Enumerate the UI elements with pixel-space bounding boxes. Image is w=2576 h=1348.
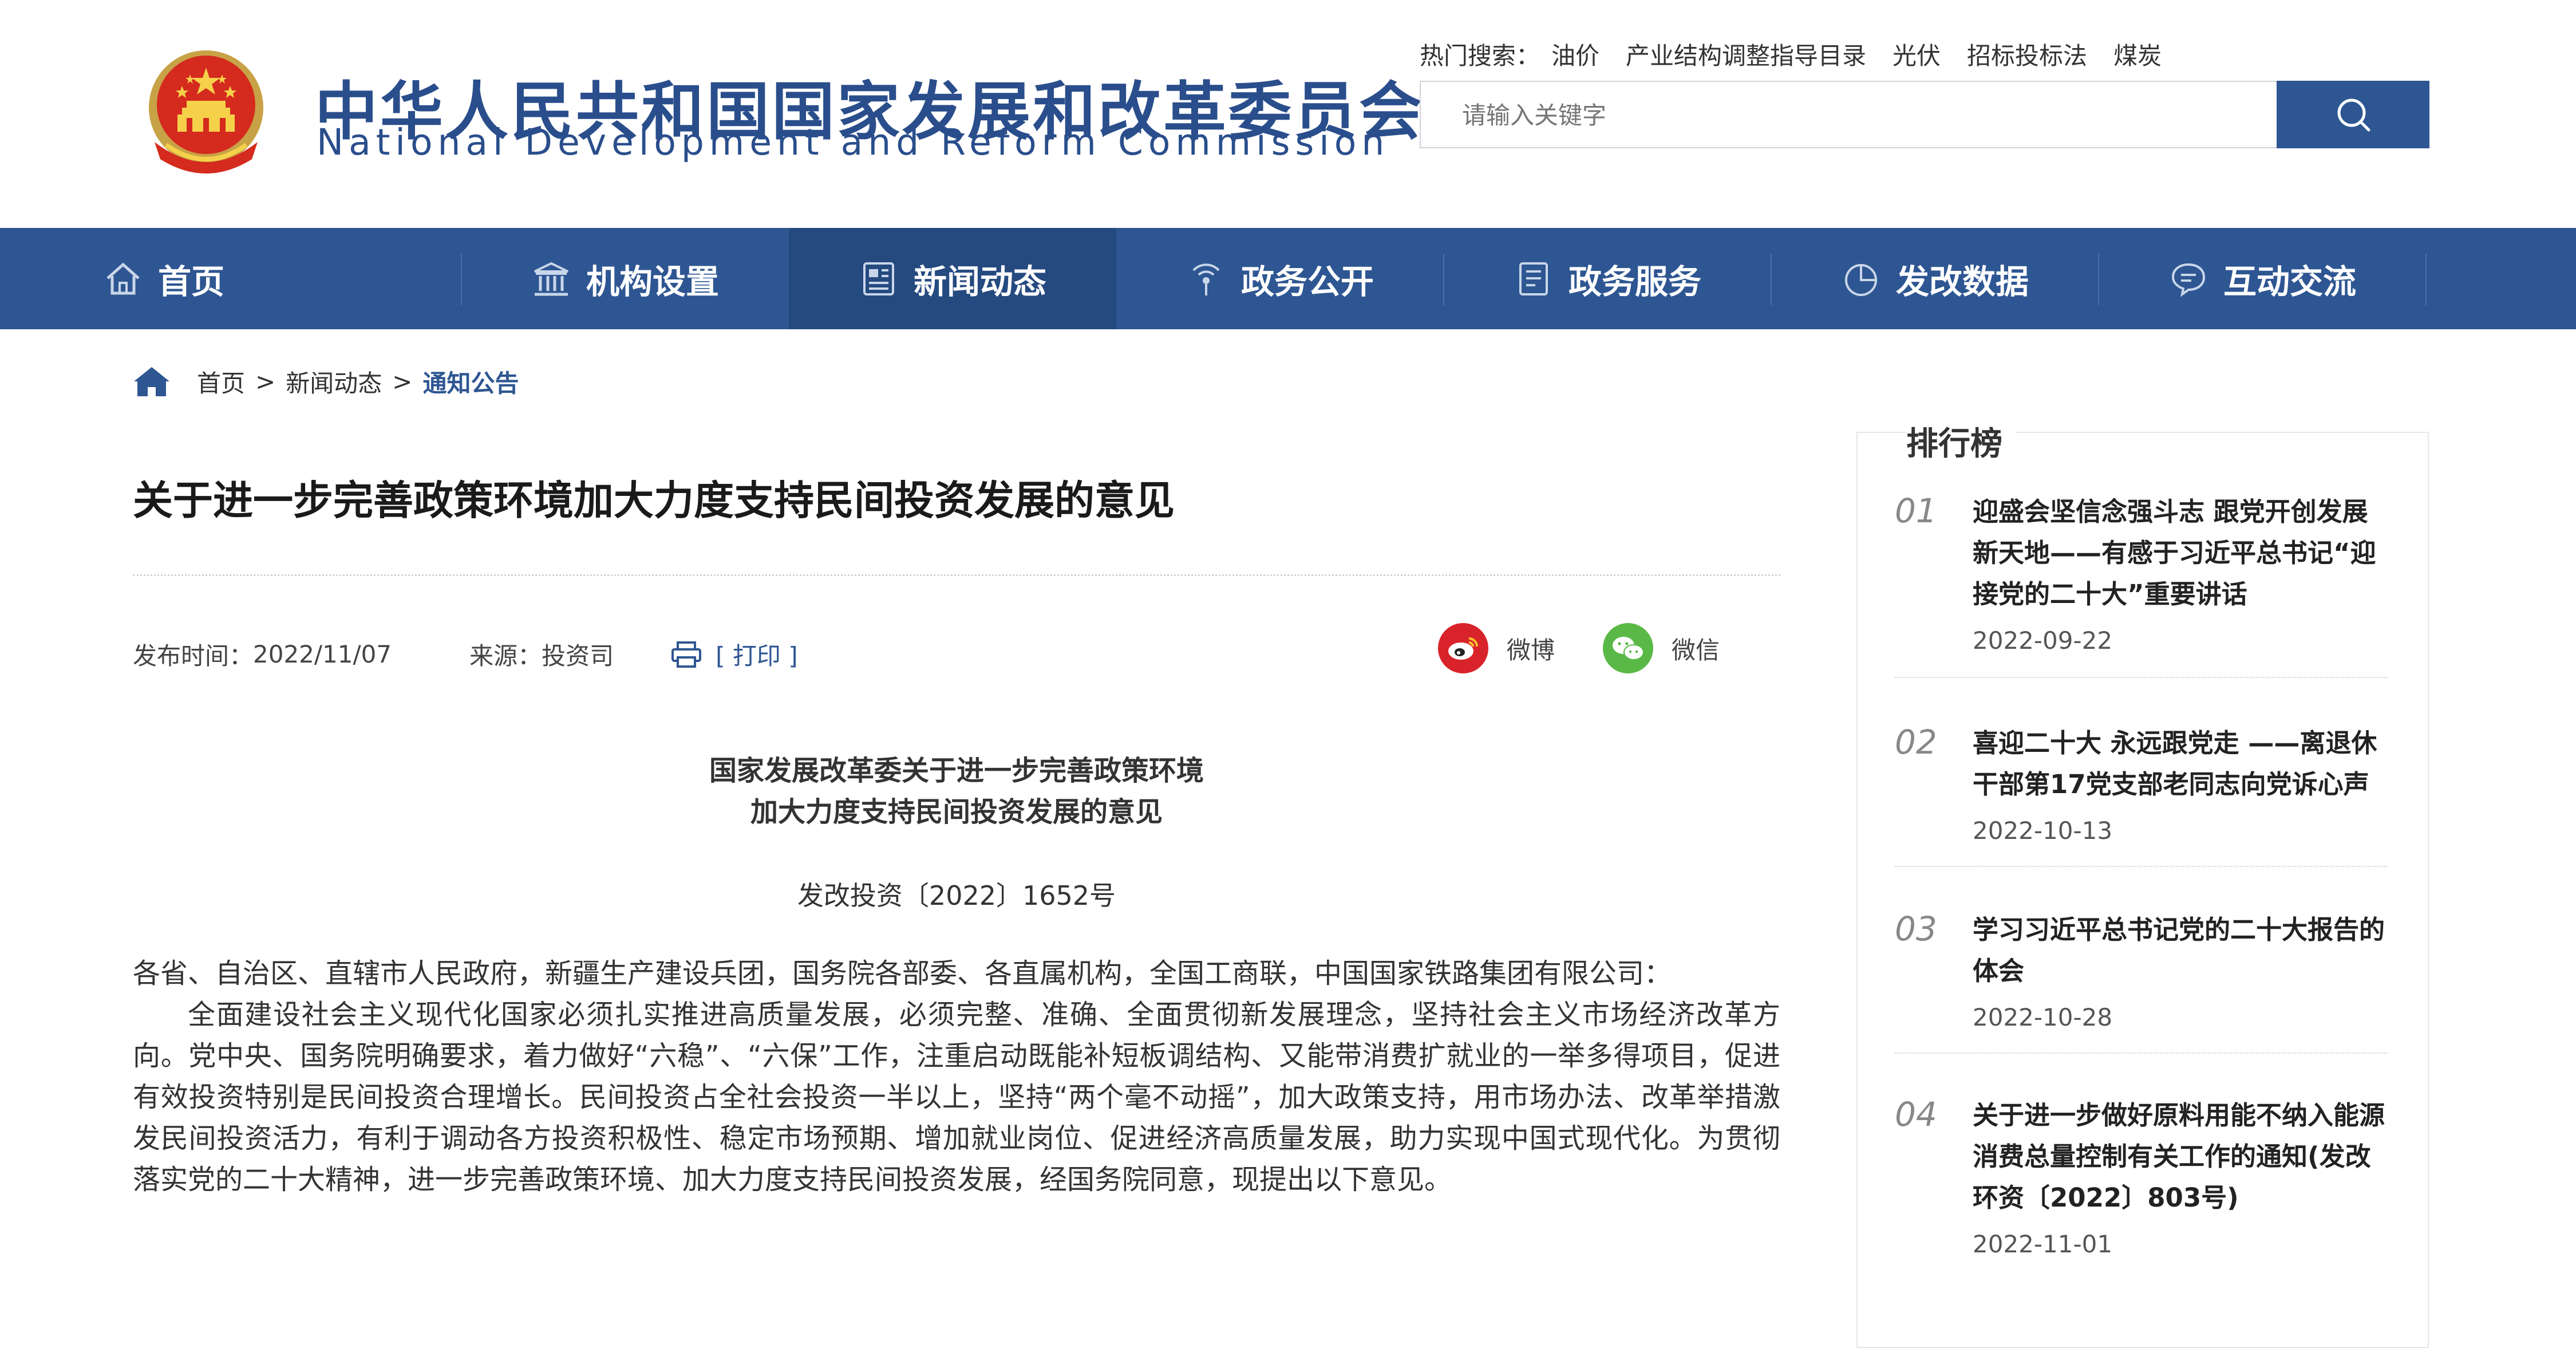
rank-number: 02 (1895, 723, 1937, 762)
document-heading-line: 加大力度支持民间投资发展的意见 (750, 796, 1163, 828)
search-icon (2337, 98, 2370, 132)
nav-label: 互动交流 (2223, 262, 2356, 301)
article-body: 各省、自治区、直辖市人民政府，新疆生产建设兵团，国务院各部委、各直属机构，全国工… (133, 953, 1780, 1200)
rank-title[interactable]: 学习习近平总书记党的二十大报告的体会 (1973, 909, 2391, 992)
breadcrumb-section[interactable]: 新闻动态 (286, 364, 382, 399)
pie-chart-icon (1844, 263, 1877, 296)
nav-item-home[interactable]: 首页 (0, 228, 327, 329)
breadcrumb-current[interactable]: 通知公告 (422, 364, 519, 399)
nav-divider (2425, 254, 2427, 305)
home-icon (106, 262, 140, 294)
weibo-icon (1448, 637, 1478, 660)
rank-number: 01 (1895, 491, 1937, 530)
nav-item-organization[interactable]: 机构设置 (461, 228, 789, 329)
rank-title[interactable]: 关于进一步做好原料用能不纳入能源消费总量控制有关工作的通知(发改环资〔2022〕… (1973, 1095, 2391, 1219)
main-nav: 首页 机构设置 新闻动态 政务公开 政务服务 发改数据 互动交流 (0, 228, 2576, 329)
document-heading-line: 国家发展改革委关于进一步完善政策环境 (709, 755, 1204, 787)
rank-date: 2022-10-28 (1973, 1003, 2113, 1031)
nav-label: 首页 (157, 262, 224, 301)
article-meta: 发布时间： 2022/11/07 来源： 投资司 [ 打印 ] (133, 637, 798, 672)
publish-date: 2022/11/07 (253, 640, 392, 668)
wechat-label[interactable]: 微信 (1672, 631, 1720, 666)
rank-title[interactable]: 迎盛会坚信念强斗志 跟党开创发展新天地——有感于习近平总书记“迎接党的二十大”重… (1973, 491, 2391, 615)
printer-icon (671, 641, 702, 668)
nav-item-interaction[interactable]: 互动交流 (2099, 228, 2426, 329)
article-title: 关于进一步完善政策环境加大力度支持民间投资发展的意见 (133, 477, 1175, 524)
rank-date: 2022-11-01 (1973, 1230, 2113, 1258)
addressee-paragraph: 各省、自治区、直辖市人民政府，新疆生产建设兵团，国务院各部委、各直属机构，全国工… (133, 957, 1672, 990)
wechat-share-button[interactable] (1603, 623, 1654, 673)
body-paragraph: 全面建设社会主义现代化国家必须扎实推进高质量发展，必须完整、准确、全面贯彻新发展… (133, 999, 1780, 1196)
hot-search-link[interactable]: 光伏 (1893, 37, 1941, 72)
source-value: 投资司 (542, 642, 614, 670)
rank-divider (1895, 866, 2387, 867)
breadcrumb-separator: > (255, 367, 276, 396)
news-icon (863, 262, 894, 295)
nav-label: 政务服务 (1568, 262, 1701, 301)
breadcrumb: 首页 > 新闻动态 > 通知公告 (133, 364, 519, 399)
chat-icon (2171, 263, 2205, 297)
building-icon (534, 262, 568, 295)
hot-search-label: 热门搜索： (1420, 42, 1540, 70)
hot-search-link[interactable]: 油价 (1551, 37, 1599, 72)
search-input[interactable] (1461, 82, 2253, 148)
document-heading: 国家发展改革委关于进一步完善政策环境 加大力度支持民间投资发展的意见 (133, 750, 1780, 833)
site-title-english: National Development and Reform Commissi… (317, 121, 1390, 163)
nav-item-services[interactable]: 政务服务 (1444, 228, 1771, 329)
ranking-title: 排行榜 (1906, 418, 2016, 464)
rank-date: 2022-09-22 (1973, 626, 2113, 655)
rank-date: 2022-10-13 (1973, 817, 2113, 845)
weibo-share-button[interactable] (1438, 623, 1488, 673)
wechat-icon (1613, 637, 1645, 660)
rank-divider (1895, 677, 2387, 678)
broadcast-icon (1192, 263, 1220, 295)
nav-label: 机构设置 (586, 262, 719, 301)
nav-label: 发改数据 (1895, 262, 2029, 301)
publish-date-label: 发布时间： (133, 642, 254, 670)
search-box (1420, 81, 2278, 148)
nav-item-news[interactable]: 新闻动态 (789, 228, 1116, 329)
home-icon[interactable] (133, 365, 171, 397)
document-icon (1519, 262, 1548, 295)
print-button[interactable]: [ 打印 ] (671, 637, 798, 672)
nav-label: 政务公开 (1240, 262, 1374, 301)
nav-item-government-affairs[interactable]: 政务公开 (1116, 228, 1444, 329)
rank-number: 03 (1895, 909, 1937, 948)
rank-title[interactable]: 喜迎二十大 永远跟党走 ——离退休干部第17党支部老同志向党诉心声 (1973, 723, 2391, 805)
search-button[interactable] (2277, 81, 2429, 148)
hot-search-link[interactable]: 煤炭 (2113, 37, 2162, 72)
nav-item-data[interactable]: 发改数据 (1771, 228, 2099, 329)
weibo-label[interactable]: 微博 (1507, 631, 1555, 666)
rank-divider (1895, 1053, 2387, 1054)
national-emblem-logo[interactable] (132, 45, 280, 182)
print-label: [ 打印 ] (716, 642, 798, 670)
share-bar: 微博 微信 (1438, 623, 1720, 673)
hot-search-link[interactable]: 招标投标法 (1967, 37, 2087, 72)
rank-number: 04 (1895, 1095, 1937, 1134)
breadcrumb-separator: > (392, 367, 413, 396)
breadcrumb-home[interactable]: 首页 (197, 364, 245, 399)
source-label: 来源： (469, 642, 542, 670)
hot-search-list: 油价 产业结构调整指导目录 光伏 招标投标法 煤炭 (1551, 37, 2162, 72)
nav-label: 新闻动态 (913, 262, 1046, 301)
title-divider (133, 574, 1780, 576)
document-number: 发改投资〔2022〕1652号 (797, 880, 1116, 911)
hot-search-link[interactable]: 产业结构调整指导目录 (1626, 37, 1866, 72)
